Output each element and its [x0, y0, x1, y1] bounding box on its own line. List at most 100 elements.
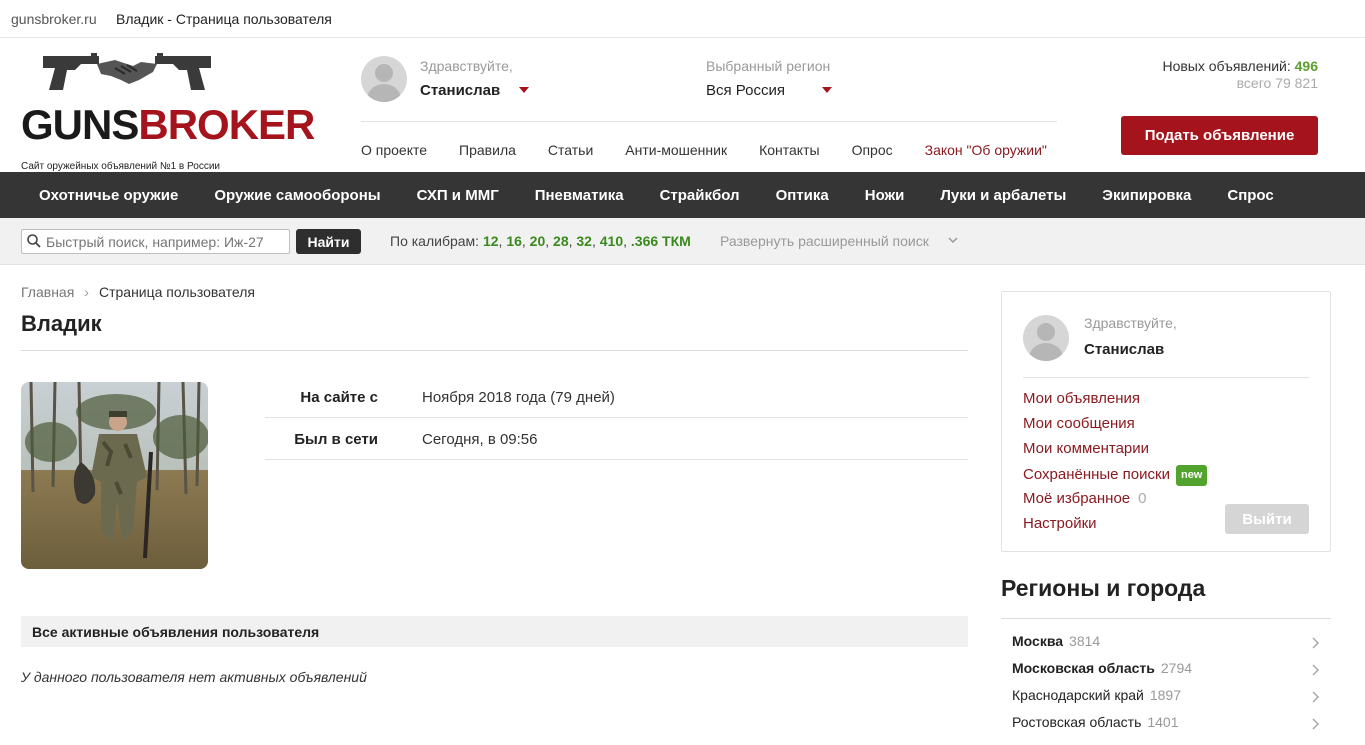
menu-my-ads[interactable]: Мои объявления	[1023, 390, 1207, 415]
expand-advanced-search[interactable]: Развернуть расширенный поиск	[720, 233, 929, 249]
nav-anti-fraud[interactable]: Анти-мошенник	[625, 142, 727, 158]
favorites-count: 0	[1138, 490, 1147, 507]
region-selector[interactable]: Вся Россия	[706, 82, 785, 99]
region-item[interactable]: Краснодарский край 1897	[1012, 687, 1322, 714]
quick-search-input[interactable]	[46, 232, 286, 251]
site-header: GUNSBROKER Сайт оружейных объявлений №1 …	[0, 38, 1365, 172]
nav-contacts[interactable]: Контакты	[759, 142, 819, 158]
logout-button[interactable]: Выйти	[1225, 504, 1309, 534]
logo-tagline: Сайт оружейных объявлений №1 в России	[21, 161, 220, 172]
region-name: Москва	[1012, 633, 1064, 649]
search-button[interactable]: Найти	[296, 229, 361, 254]
breadcrumb-home[interactable]: Главная	[21, 284, 74, 300]
browser-title-bar: gunsbroker.ru Владик - Страница пользова…	[0, 0, 1365, 38]
ads-stats: Новых объявлений: 496 всего 79 821	[1162, 58, 1318, 91]
category-knives[interactable]: Ножи	[847, 187, 923, 204]
regions-divider	[1001, 618, 1331, 619]
breadcrumb-current: Страница пользователя	[98, 284, 255, 300]
caliber-20[interactable]: 20	[530, 233, 546, 249]
new-badge: new	[1175, 465, 1208, 486]
region-count: 1401	[1147, 714, 1179, 730]
category-shp-mmg[interactable]: СХП и ММГ	[399, 187, 517, 204]
menu-my-comments[interactable]: Мои комментарии	[1023, 440, 1207, 465]
region-item[interactable]: Московская область 2794	[1012, 660, 1322, 687]
user-photo[interactable]	[21, 382, 208, 569]
search-bar: Найти По калибрам: 12, 16, 20, 28, 32, 4…	[0, 218, 1365, 265]
chevron-right-icon: ›	[84, 284, 89, 300]
caliber-410[interactable]: 410	[600, 233, 623, 249]
chevron-right-icon	[1312, 691, 1320, 703]
category-bows[interactable]: Луки и арбалеты	[922, 187, 1084, 204]
region-name: Краснодарский край	[1012, 687, 1144, 703]
caliber-28[interactable]: 28	[553, 233, 569, 249]
nav-about[interactable]: О проекте	[361, 142, 427, 158]
nav-rules[interactable]: Правила	[459, 142, 516, 158]
nav-poll[interactable]: Опрос	[852, 142, 893, 158]
caliber-16[interactable]: 16	[506, 233, 522, 249]
browser-domain[interactable]: gunsbroker.ru	[11, 11, 97, 27]
info-row-registered: На сайте с Ноября 2018 года (79 дней)	[265, 376, 968, 418]
new-ads-count: 496	[1294, 58, 1318, 74]
menu-saved-searches[interactable]: Сохранённые поиски new	[1023, 465, 1208, 490]
chevron-right-icon	[1312, 637, 1320, 649]
region-item[interactable]: Ростовская область 1401	[1012, 714, 1322, 741]
handshake-guns-icon	[43, 53, 211, 90]
category-equipment[interactable]: Экипировка	[1084, 187, 1209, 204]
category-demand[interactable]: Спрос	[1209, 187, 1291, 204]
no-ads-message: У данного пользователя нет активных объя…	[21, 669, 367, 685]
active-ads-header: Все активные объявления пользователя	[21, 616, 968, 647]
info-value: Сегодня, в 09:56	[422, 431, 538, 448]
breadcrumb: Главная › Страница пользователя	[21, 284, 255, 300]
regions-title: Регионы и города	[1001, 575, 1206, 601]
category-hunting[interactable]: Охотничье оружие	[21, 187, 196, 204]
post-ad-button[interactable]: Подать объявление	[1121, 116, 1318, 155]
region-caret-icon[interactable]	[822, 87, 832, 93]
quick-search-field[interactable]	[21, 229, 290, 254]
category-airsoft[interactable]: Страйкбол	[642, 187, 758, 204]
header-avatar[interactable]	[361, 56, 407, 102]
chevron-right-icon	[1312, 718, 1320, 730]
region-count: 2794	[1160, 660, 1193, 676]
category-self-defense[interactable]: Оружие самообороны	[196, 187, 398, 204]
regions-list: Москва 3814 Московская область 2794 Красно…	[1012, 633, 1322, 741]
region-label: Выбранный регион	[706, 58, 831, 74]
title-divider	[21, 350, 968, 351]
nav-weapons-law[interactable]: Закон "Об оружии"	[925, 142, 1047, 158]
info-row-last-seen: Был в сети Сегодня, в 09:56	[265, 418, 968, 460]
header-divider	[361, 121, 1057, 122]
top-nav: О проекте Правила Статьи Анти-мошенник К…	[361, 142, 1047, 158]
user-info-table: На сайте с Ноября 2018 года (79 дней) Бы…	[265, 376, 968, 460]
sidebar-divider	[1023, 377, 1310, 378]
user-menu-caret-icon[interactable]	[519, 87, 529, 93]
search-icon	[27, 234, 41, 248]
category-pneumatics[interactable]: Пневматика	[517, 187, 642, 204]
region-count: 1897	[1149, 687, 1182, 703]
region-name: Московская область	[1012, 660, 1155, 676]
info-value: Ноября 2018 года (79 дней)	[422, 389, 615, 406]
caliber-12[interactable]: 12	[483, 233, 499, 249]
sidebar-menu: Мои объявления Мои сообщения Мои коммент…	[1023, 390, 1208, 540]
info-key: Был в сети	[294, 431, 378, 448]
nav-articles[interactable]: Статьи	[548, 142, 593, 158]
site-logo[interactable]: GUNSBROKER Сайт оружейных объявлений №1 …	[21, 50, 315, 172]
chevron-down-icon[interactable]	[948, 235, 958, 245]
calibers-label: По калибрам:	[390, 233, 480, 249]
caliber-366-tkm[interactable]: .366 ТКМ	[631, 233, 691, 249]
menu-settings[interactable]: Настройки	[1023, 515, 1207, 540]
menu-favorites[interactable]: Моё избранное 0	[1023, 490, 1207, 515]
total-ads: всего 79 821	[1236, 75, 1318, 91]
sidebar-user-name[interactable]: Станислав	[1084, 341, 1164, 358]
browser-page-title: Владик - Страница пользователя	[116, 11, 332, 27]
header-greeting-label: Здравствуйте,	[420, 58, 513, 74]
menu-saved-searches-label: Сохранённые поиски	[1023, 466, 1170, 483]
header-user-name[interactable]: Станислав	[420, 82, 500, 99]
region-count: 3814	[1069, 633, 1101, 649]
menu-my-messages[interactable]: Мои сообщения	[1023, 415, 1207, 440]
calibers-filter: По калибрам: 12, 16, 20, 28, 32, 410, .3…	[390, 233, 691, 249]
logo-wordmark: GUNSBROKER	[21, 101, 315, 148]
region-item[interactable]: Москва 3814	[1012, 633, 1322, 660]
caliber-32[interactable]: 32	[576, 233, 592, 249]
info-key: На сайте с	[300, 389, 378, 406]
category-optics[interactable]: Оптика	[758, 187, 847, 204]
sidebar-avatar[interactable]	[1023, 315, 1069, 361]
